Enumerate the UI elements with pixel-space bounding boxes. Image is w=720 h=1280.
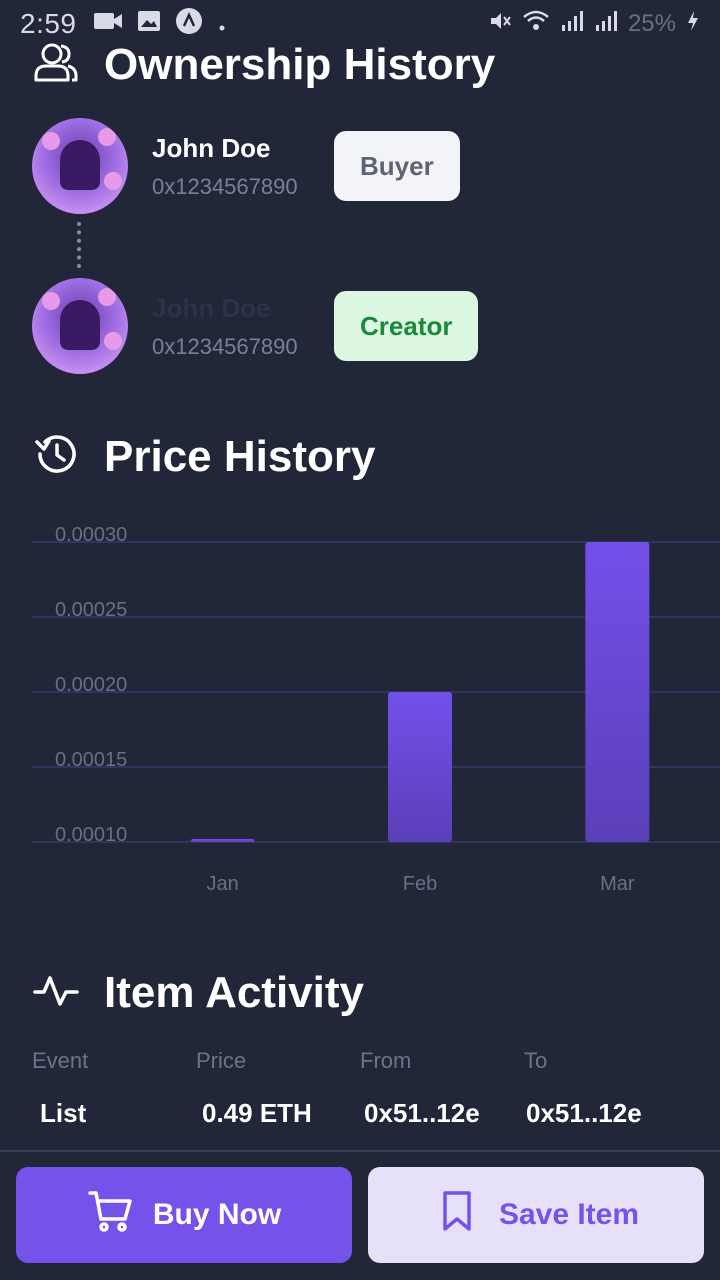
ownership-connector <box>77 222 81 268</box>
video-call-icon <box>93 8 123 40</box>
item-activity-title: Item Activity <box>104 967 365 1017</box>
owner-address: 0x1234567890 <box>152 333 298 359</box>
activity-table-header: Event Price From To <box>32 1048 712 1074</box>
column-header-price: Price <box>196 1048 247 1073</box>
owner-name: John Doe <box>152 132 271 163</box>
signal-icon <box>560 9 584 40</box>
app-icon <box>175 7 203 42</box>
cart-icon <box>87 1187 135 1243</box>
column-header-to: To <box>524 1048 548 1073</box>
chart-y-tick-label: 0.00010 <box>55 824 127 846</box>
signal-icon <box>594 9 618 40</box>
chart-y-tick-label: 0.00030 <box>55 524 127 546</box>
avatar <box>32 278 128 374</box>
activity-event: List <box>40 1098 87 1128</box>
history-icon <box>32 430 80 483</box>
price-history-chart: Jan Feb Mar 0.00010 0.00015 0.00020 0.00025 0.0… <box>32 524 720 895</box>
avatar <box>32 118 128 214</box>
price-history-title: Price History <box>104 431 376 481</box>
price-history-heading: Price History <box>32 430 375 483</box>
chart-x-tick-label: Mar <box>600 873 635 895</box>
chart-bar-jan[interactable] <box>190 839 255 842</box>
ownership-title: Ownership History <box>104 39 496 89</box>
column-header-event: Event <box>32 1048 89 1073</box>
owner-info: John Doe 0x1234567890 <box>152 293 310 360</box>
owner-row[interactable]: John Doe 0x1234567890 Creator <box>32 278 652 374</box>
column-header-from: From <box>360 1048 412 1073</box>
save-item-button[interactable]: Save Item <box>368 1167 704 1263</box>
users-icon <box>32 38 80 91</box>
dot-icon <box>217 8 227 40</box>
owner-info: John Doe 0x1234567890 <box>152 133 310 200</box>
creator-badge: Creator <box>334 291 479 361</box>
status-right: 25% <box>488 9 700 40</box>
bottom-action-bar: Buy Now Save Item <box>0 1152 720 1280</box>
buy-now-button[interactable]: Buy Now <box>16 1167 352 1263</box>
buy-now-label: Buy Now <box>152 1198 282 1231</box>
chart-x-tick-label: Feb <box>403 873 437 895</box>
status-left-icons <box>93 7 227 42</box>
chart-y-tick-label: 0.00020 <box>55 674 127 696</box>
table-row[interactable]: List 0.49 ETH 0x51..12e 0x51..12e <box>32 1098 712 1129</box>
activity-to[interactable]: 0x51..12e <box>524 1098 688 1129</box>
mute-icon <box>488 9 512 40</box>
chart-bar-feb[interactable] <box>388 692 452 842</box>
chart-bar-mar[interactable] <box>585 542 650 842</box>
owner-address: 0x1234567890 <box>152 173 298 199</box>
owner-name: John Doe <box>152 292 271 323</box>
save-item-label: Save Item <box>498 1198 640 1231</box>
charging-icon <box>686 9 700 40</box>
ownership-heading: Ownership History <box>32 38 495 91</box>
battery-percent: 25% <box>627 10 676 37</box>
item-activity-heading: Item Activity <box>32 966 364 1019</box>
chart-x-tick-label: Jan <box>207 873 239 895</box>
wifi-icon <box>522 9 550 40</box>
bookmark-icon <box>433 1187 481 1243</box>
activity-price: 0.49 ETH <box>202 1098 312 1128</box>
image-icon <box>137 8 161 40</box>
chart-y-tick-label: 0.00015 <box>55 749 127 771</box>
buyer-badge: Buyer <box>334 131 460 201</box>
chart-y-tick-label: 0.00025 <box>55 599 127 621</box>
activity-from[interactable]: 0x51..12e <box>360 1098 524 1129</box>
activity-icon <box>32 966 80 1019</box>
owner-row[interactable]: John Doe 0x1234567890 Buyer <box>32 118 652 214</box>
status-time: 2:59 <box>20 8 77 39</box>
